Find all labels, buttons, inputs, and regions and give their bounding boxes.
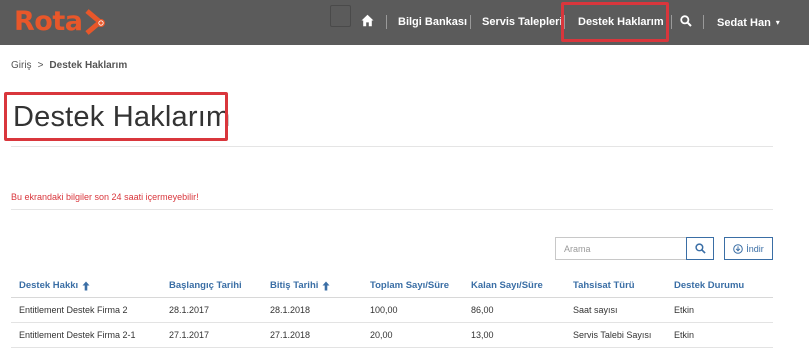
breadcrumb: Giriş > Destek Haklarım	[11, 60, 127, 72]
download-label: İndir	[746, 243, 764, 254]
column-label: Bitiş Tarihi	[270, 280, 319, 291]
sort-up-arrow-icon	[82, 281, 90, 290]
cell-destek-hakki: Entitlement Destek Firma 2	[19, 305, 128, 315]
cell-bitis-tarihi: 27.1.2018	[270, 330, 311, 340]
entitlements-table: Destek Hakkı Başlangıç Tarihi Bitiş Tari…	[11, 274, 773, 348]
rota-logo[interactable]: Rota	[14, 7, 106, 37]
nav-blank-button[interactable]	[330, 5, 351, 27]
column-label: Kalan Sayı/Süre	[471, 280, 543, 291]
column-label: Tahsisat Türü	[573, 280, 635, 291]
column-label: Başlangıç Tarihi	[169, 280, 242, 291]
breadcrumb-current: Destek Haklarım	[49, 60, 128, 71]
search-input[interactable]	[555, 237, 686, 260]
cell-baslangic-tarihi: 28.1.2017	[169, 305, 210, 315]
home-icon[interactable]	[361, 14, 374, 27]
column-header-bitis-tarihi[interactable]: Bitiş Tarihi	[262, 280, 362, 291]
cell-destek-durumu: Etkin	[674, 330, 695, 340]
cell-kalan: 13,00	[471, 330, 494, 340]
nav-divider	[703, 15, 704, 29]
table-row[interactable]: Entitlement Destek Firma 2-1 27.1.2017 2…	[11, 323, 773, 348]
download-circle-icon	[733, 243, 744, 254]
cell-destek-durumu: Etkin	[674, 305, 695, 315]
table-header: Destek Hakkı Başlangıç Tarihi Bitiş Tari…	[11, 274, 773, 298]
caret-down-icon: ▾	[775, 18, 780, 27]
nav-divider	[470, 15, 471, 29]
column-label: Destek Durumu	[674, 280, 745, 291]
top-navbar: Rota Bilgi Bankası Servis Talepleri Dest…	[0, 0, 809, 45]
nav-divider	[671, 15, 672, 29]
nav-divider	[386, 15, 387, 29]
download-button[interactable]: İndir	[724, 237, 773, 260]
column-header-kalan[interactable]: Kalan Sayı/Süre	[463, 280, 565, 291]
nav-servis-talepleri[interactable]: Servis Talepleri	[482, 16, 563, 29]
table-row[interactable]: Entitlement Destek Firma 2 28.1.2017 28.…	[11, 298, 773, 323]
sort-up-arrow-icon	[322, 281, 330, 290]
nav-bilgi-bankasi[interactable]: Bilgi Bankası	[398, 16, 467, 29]
column-header-destek-hakki[interactable]: Destek Hakkı	[11, 280, 161, 291]
nav-divider	[564, 15, 565, 29]
cell-toplam: 20,00	[370, 330, 393, 340]
cell-bitis-tarihi: 28.1.2018	[270, 305, 311, 315]
column-header-baslangic-tarihi[interactable]: Başlangıç Tarihi	[161, 280, 262, 291]
user-name: Sedat Han	[717, 17, 771, 29]
column-label: Destek Hakkı	[19, 280, 79, 291]
cell-tahsisat-turu: Servis Talebi Sayısı	[573, 330, 652, 340]
search-icon	[694, 243, 706, 254]
search-button[interactable]	[686, 237, 714, 260]
column-label: Toplam Sayı/Süre	[370, 280, 450, 291]
breadcrumb-home[interactable]: Giriş	[11, 60, 32, 71]
divider	[11, 209, 773, 210]
divider	[11, 146, 773, 147]
warning-message: Bu ekrandaki bilgiler son 24 saati içerm…	[11, 192, 199, 202]
logo-chevron-icon	[85, 9, 106, 35]
cell-destek-hakki: Entitlement Destek Firma 2-1	[19, 330, 136, 340]
logo-text: Rota	[14, 6, 83, 37]
breadcrumb-separator: >	[37, 60, 44, 71]
page-title: Destek Haklarım	[13, 101, 231, 133]
column-header-toplam[interactable]: Toplam Sayı/Süre	[362, 280, 463, 291]
cell-tahsisat-turu: Saat sayısı	[573, 305, 618, 315]
cell-toplam: 100,00	[370, 305, 398, 315]
cell-baslangic-tarihi: 27.1.2017	[169, 330, 210, 340]
column-header-destek-durumu[interactable]: Destek Durumu	[666, 280, 773, 291]
column-header-tahsisat-turu[interactable]: Tahsisat Türü	[565, 280, 666, 291]
nav-destek-haklarim[interactable]: Destek Haklarım	[578, 16, 664, 29]
cell-kalan: 86,00	[471, 305, 494, 315]
search-icon[interactable]	[680, 15, 692, 27]
user-menu[interactable]: Sedat Han ▾	[717, 16, 780, 30]
